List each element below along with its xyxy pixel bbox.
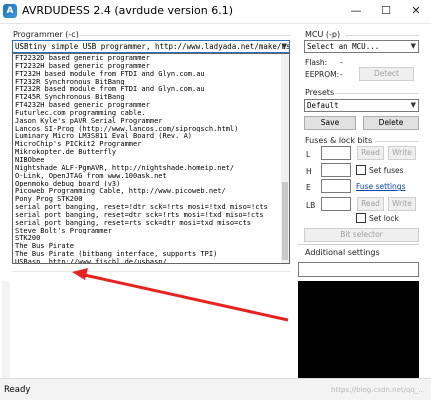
programmer-option[interactable]: Lancos SI-Prog (http://www.lancos.com/si… [13, 125, 289, 133]
bit-selector-button[interactable]: Bit selector [304, 228, 419, 242]
programmer-option[interactable]: serial port banging, reset=dtr sck=!rts … [13, 211, 289, 219]
save-preset-button[interactable]: Save [304, 116, 356, 130]
set-lock-label: Set lock [369, 214, 399, 223]
fuse-l-input[interactable] [321, 146, 351, 160]
chevron-down-icon: ▼ [410, 42, 416, 50]
programmer-option[interactable]: FT2232H based generic programmer [13, 62, 289, 70]
window-title: AVRDUDESS 2.4 (avrdude version 6.1) [22, 4, 234, 17]
fuse-e-label: E [306, 183, 311, 192]
chevron-down-icon: ▼ [410, 101, 416, 109]
presets-label: Presets [305, 88, 335, 97]
lock-bits-read-button[interactable]: Read [357, 197, 384, 211]
additional-settings-label: Additional settings [305, 248, 380, 257]
programmer-option[interactable]: NIBObee [13, 156, 289, 164]
lock-bits-label: LB [306, 201, 316, 210]
programmer-option[interactable]: FT4232H based generic programmer [13, 101, 289, 109]
programmer-selected-value: USBtiny simple USB programmer, http://ww… [15, 42, 290, 51]
set-fuses-label: Set fuses [369, 166, 404, 175]
dropdown-scrollbar[interactable] [281, 54, 289, 263]
left-lower-divider [12, 271, 290, 272]
programmer-option[interactable]: FT232R based module from FTDI and Glyn.c… [13, 85, 289, 93]
programmer-select[interactable]: USBtiny simple USB programmer, http://ww… [12, 40, 290, 53]
console-output [298, 281, 419, 378]
mcu-selected-value: Select an MCU... [307, 42, 380, 51]
programmer-option[interactable]: STK200 [13, 234, 289, 242]
programmer-option[interactable]: USBasp, http://www.fischl.de/usbasp/ [13, 258, 289, 263]
detect-button[interactable]: Detect [359, 67, 414, 81]
programmer-option[interactable]: FT232R Synchronous BitBang [13, 78, 289, 86]
fuse-l-write-button[interactable]: Write [388, 146, 416, 160]
programmer-option[interactable]: The Bus Pirate (bitbang interface, suppo… [13, 250, 289, 258]
additional-settings-input[interactable] [298, 262, 419, 277]
lock-bits-write-button[interactable]: Write [388, 197, 416, 211]
dropdown-scroll-thumb[interactable] [282, 182, 288, 260]
fuse-h-label: H [306, 167, 312, 176]
maximize-button[interactable]: ☐ [371, 0, 401, 24]
programmer-option[interactable]: Steve Bolt's Programmer [13, 227, 289, 235]
set-lock-checkbox[interactable] [356, 213, 366, 223]
status-text: Ready [4, 385, 31, 395]
programmer-label: Programmer (-c) [13, 30, 79, 39]
additional-divider [298, 244, 419, 245]
status-bar: Ready https://blog.csdn.net/qq_... [0, 378, 431, 400]
title-bar: A AVRDUDESS 2.4 (avrdude version 6.1) — … [0, 0, 431, 24]
programmer-option[interactable]: The Bus Pirate [13, 242, 289, 250]
programmer-dropdown-list[interactable]: FT2232D based generic programmer FT2232H … [12, 53, 290, 264]
programmer-option[interactable]: Luminary Micro LM3S811 Eval Board (Rev. … [13, 132, 289, 141]
fuse-l-label: L [306, 150, 311, 159]
programmer-option[interactable]: Mikrokopter.de Butterfly [13, 148, 289, 156]
programmer-option[interactable]: Picoweb Programming Cable, http://www.pi… [13, 187, 289, 195]
programmer-option[interactable]: FT245R Synchronous BitBang [13, 93, 289, 101]
fuse-l-read-button[interactable]: Read [357, 146, 384, 160]
programmer-option[interactable]: serial port banging, reset=!dtr sck=!rts… [13, 203, 289, 211]
mcu-select[interactable]: Select an MCU... ▼ [304, 40, 419, 53]
close-button[interactable]: ✕ [401, 0, 431, 24]
set-fuses-checkbox[interactable] [356, 165, 366, 175]
fuse-settings-link[interactable]: Fuse settings [356, 182, 405, 191]
eeprom-value: - [340, 70, 343, 79]
presets-select[interactable]: Default ▼ [304, 99, 419, 112]
programmer-option[interactable]: serial port banging, reset=rts sck=dtr m… [13, 219, 289, 227]
arrow-head [72, 268, 88, 280]
lock-bits-input[interactable] [321, 197, 351, 211]
programmer-option[interactable]: FT2232D based generic programmer [13, 54, 289, 62]
programmer-option[interactable]: MicroChip's PICkit2 Programmer [13, 140, 289, 148]
programmer-option[interactable]: Futurlec.com programming cable. [13, 109, 289, 117]
fuses-group-line [375, 141, 419, 142]
programmer-option[interactable]: FT232H based module from FTDI and Glyn.c… [13, 70, 289, 78]
left-panel-scroll-edge [2, 281, 10, 378]
minimize-button[interactable]: — [341, 0, 371, 24]
flash-value: - [340, 58, 343, 67]
fuses-label: Fuses & lock bits [305, 136, 373, 145]
delete-preset-button[interactable]: Delete [363, 116, 419, 130]
programmer-option[interactable]: Jason Kyle's pAVR Serial Programmer [13, 117, 289, 125]
programmer-options: FT2232D based generic programmer FT2232H … [13, 54, 289, 263]
mcu-group-line [345, 35, 419, 36]
chevron-down-icon: ▼ [281, 42, 287, 50]
programmer-option[interactable]: Openmoko debug board (v3) [13, 180, 289, 188]
eeprom-label: EEPROM: [305, 70, 340, 79]
mcu-label: MCU (-p) [305, 30, 341, 39]
programmer-option[interactable]: Pony Prog STK200 [13, 195, 289, 203]
flash-label: Flash: [305, 58, 328, 67]
presets-group-line [335, 93, 419, 94]
fuse-h-input[interactable] [321, 163, 351, 177]
arrow-shaft [79, 272, 289, 322]
presets-selected-value: Default [307, 101, 339, 110]
programmer-group-line [80, 35, 290, 36]
programmer-option[interactable]: Nightshade ALF-PgmAVR, http://nightshade… [13, 164, 289, 172]
fuse-e-input[interactable] [321, 179, 351, 193]
watermark-text: https://blog.csdn.net/qq_... [331, 386, 425, 394]
programmer-option[interactable]: O-Link, OpenJTAG from www.100ask.net [13, 172, 289, 180]
app-icon: A [3, 4, 17, 18]
